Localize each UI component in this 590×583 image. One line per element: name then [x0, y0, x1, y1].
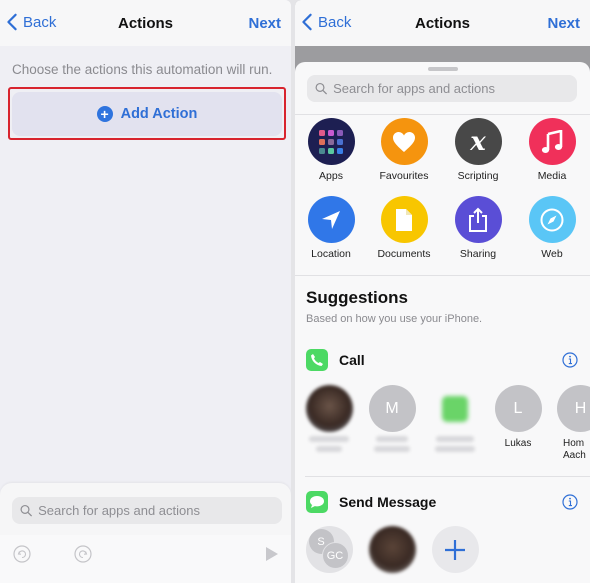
avatar-initial: L [513, 399, 523, 417]
message-contact[interactable] [362, 526, 422, 573]
redo-icon[interactable] [74, 545, 92, 563]
category-favourites[interactable]: Favourites [367, 118, 441, 182]
page-title: Actions [414, 14, 470, 32]
info-icon[interactable] [562, 494, 578, 510]
back-button[interactable]: Back [301, 13, 351, 31]
category-location[interactable]: Location [295, 196, 368, 260]
category-documents[interactable]: Documents [367, 196, 441, 260]
avatar: M [368, 385, 416, 432]
heart-icon [380, 118, 428, 165]
category-label: Documents [377, 248, 431, 260]
blurred-name [374, 446, 410, 452]
avatar-initial: M [385, 399, 399, 417]
document-icon [380, 196, 428, 243]
group-avatar: S GC [305, 526, 353, 573]
message-suggestion-header[interactable]: Send Message [306, 490, 578, 514]
divider [295, 275, 590, 276]
editor-toolbar [0, 535, 291, 583]
page-title: Actions [117, 14, 173, 32]
avatar [368, 526, 416, 573]
music-note-icon [528, 118, 576, 165]
suggestions-subtitle: Based on how you use your iPhone. [306, 313, 483, 325]
scripting-x-icon: x [454, 118, 502, 165]
add-action-button[interactable]: + Add Action [12, 92, 282, 136]
contact-name: Hom Aach [563, 438, 586, 461]
next-button[interactable]: Next [248, 15, 281, 32]
avatar [305, 385, 353, 432]
category-sharing[interactable]: Sharing [441, 196, 515, 260]
category-apps[interactable]: Apps [295, 118, 368, 182]
category-label: Media [537, 170, 567, 182]
action-picker-panel: Back Actions Next Search for apps and ac… [295, 0, 590, 583]
send-message-label: Send Message [339, 494, 437, 510]
avatar-initial: GC [321, 542, 349, 569]
next-button[interactable]: Next [547, 15, 580, 32]
phone-icon [306, 349, 328, 371]
add-recipient-button[interactable] [425, 526, 485, 573]
category-label: Favourites [379, 170, 429, 182]
category-label: Apps [319, 170, 343, 182]
category-label: Sharing [459, 248, 497, 260]
avatar-initial: H [574, 399, 587, 417]
info-icon[interactable] [562, 352, 578, 368]
category-scripting[interactable]: x Scripting [441, 118, 515, 182]
blurred-name [376, 436, 408, 442]
search-input[interactable] [333, 81, 577, 96]
message-group-contact[interactable]: S GC [299, 526, 359, 573]
avatar: L [494, 385, 542, 432]
plus-icon [431, 526, 479, 573]
chevron-left-icon [302, 13, 312, 31]
back-label: Back [23, 13, 57, 31]
actions-editor-panel: Back Actions Next Choose the actions thi… [0, 0, 291, 583]
category-label: Location [311, 248, 351, 260]
suggestions-title: Suggestions [306, 288, 409, 307]
blurred-name [435, 446, 475, 452]
category-media[interactable]: Media [515, 118, 589, 182]
play-icon[interactable] [265, 546, 279, 562]
call-contact-home[interactable]: H Hom Aach [551, 385, 590, 462]
category-label: Scripting [457, 170, 499, 182]
call-contact[interactable]: M [362, 385, 422, 452]
undo-icon[interactable] [13, 545, 31, 563]
call-contact[interactable] [299, 385, 359, 452]
nav-bar: Back Actions Next [0, 0, 291, 46]
search-icon [20, 504, 32, 517]
divider [295, 114, 590, 115]
apps-grid-icon [307, 118, 355, 165]
back-button[interactable]: Back [6, 13, 56, 31]
screen: Back Actions Next Choose the actions thi… [0, 0, 590, 583]
search-field[interactable] [307, 75, 577, 102]
blurred-name [316, 446, 342, 452]
search-input[interactable] [38, 503, 282, 518]
action-search-sheet [0, 483, 291, 583]
add-action-label: Add Action [120, 106, 198, 122]
actions-sheet: Apps Favourites x Scripting Media [295, 62, 590, 583]
call-contact[interactable] [425, 385, 485, 452]
messages-icon [306, 491, 328, 513]
divider [305, 476, 590, 477]
sheet-grabber[interactable] [427, 67, 458, 71]
call-contact-lukas[interactable]: L Lukas [488, 385, 548, 450]
nav-bar: Back Actions Next [295, 0, 590, 46]
plus-circle-icon: + [96, 106, 113, 122]
location-arrow-icon [307, 196, 355, 243]
back-label: Back [318, 13, 352, 31]
compass-icon [528, 196, 576, 243]
avatar [432, 385, 479, 432]
call-suggestion-header[interactable]: Call [306, 348, 578, 372]
chevron-left-icon [7, 13, 17, 31]
category-web[interactable]: Web [515, 196, 589, 260]
call-label: Call [339, 352, 365, 368]
search-field[interactable] [12, 497, 282, 524]
category-label: Web [541, 248, 563, 260]
instruction-text: Choose the actions this automation will … [12, 62, 273, 77]
blurred-name [309, 436, 349, 442]
avatar: H [557, 385, 590, 432]
blurred-name [436, 436, 474, 442]
search-icon [315, 82, 327, 95]
share-icon [454, 196, 502, 243]
contact-name: Lukas [504, 438, 532, 449]
